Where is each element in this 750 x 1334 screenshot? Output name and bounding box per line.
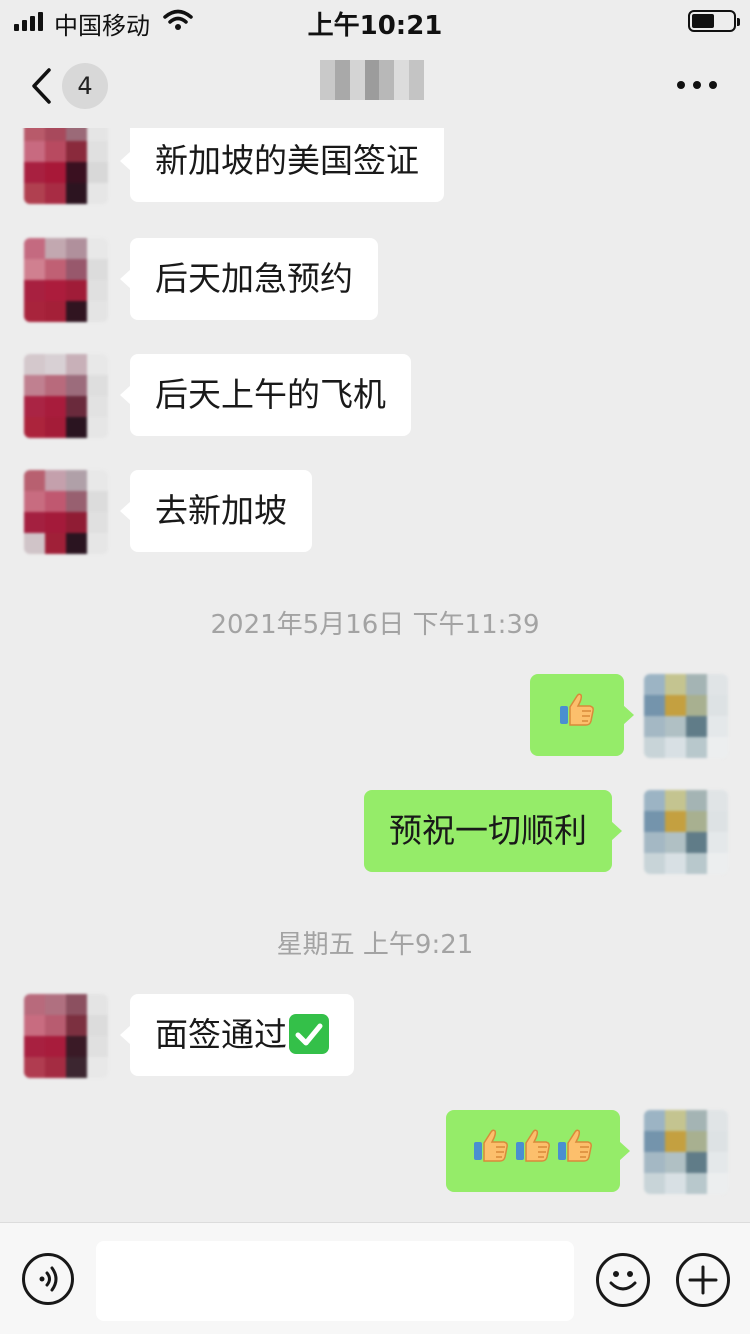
message-text: 面签通过 bbox=[155, 1015, 287, 1054]
thumbs-up-icon bbox=[472, 1112, 510, 1194]
message-bubble-incoming[interactable]: 后天加急预约 bbox=[120, 238, 378, 320]
chat-title-blurred bbox=[320, 60, 425, 100]
message-bubble-incoming[interactable]: 新加坡的美国签证 bbox=[120, 128, 444, 202]
input-bar bbox=[0, 1222, 750, 1334]
emoji-icon bbox=[609, 1271, 637, 1291]
unread-count-badge: 4 bbox=[62, 63, 108, 109]
contact-avatar[interactable] bbox=[24, 354, 108, 438]
more-dots-icon bbox=[677, 81, 717, 89]
status-time: 上午10:21 bbox=[307, 11, 443, 41]
contact-avatar[interactable] bbox=[24, 994, 108, 1078]
message-bubble-outgoing[interactable]: 预祝一切顺利 bbox=[364, 790, 622, 872]
thumbs-up-icon bbox=[514, 1112, 552, 1194]
message-list[interactable]: 新加坡的美国签证 后天加急预约 后天上午的飞机 去新加坡 2021年5月16日 … bbox=[0, 128, 750, 1222]
chevron-left-icon bbox=[32, 68, 51, 104]
emoji-button[interactable] bbox=[596, 1253, 650, 1307]
my-avatar[interactable] bbox=[644, 1110, 728, 1194]
thumbs-up-icon bbox=[556, 1112, 594, 1194]
battery-level bbox=[692, 14, 714, 28]
my-avatar[interactable] bbox=[644, 790, 728, 874]
back-button[interactable]: 4 bbox=[30, 62, 120, 110]
message-bubble-incoming[interactable]: 后天上午的飞机 bbox=[120, 354, 411, 436]
voice-icon bbox=[39, 1266, 58, 1292]
thumbs-up-icon bbox=[558, 676, 596, 758]
voice-button[interactable] bbox=[22, 1253, 74, 1305]
message-bubble-incoming[interactable]: 面签通过 bbox=[120, 994, 354, 1076]
battery-icon bbox=[688, 10, 740, 32]
plus-icon bbox=[688, 1265, 718, 1295]
timestamp: 2021年5月16日 下午11:39 bbox=[210, 610, 540, 640]
chat-header: 4 bbox=[0, 40, 750, 128]
check-mark-button-icon bbox=[289, 1013, 329, 1054]
message-input[interactable] bbox=[96, 1241, 574, 1321]
message-bubble-outgoing[interactable] bbox=[530, 674, 634, 758]
timestamp: 星期五 上午9:21 bbox=[276, 930, 474, 960]
contact-avatar[interactable] bbox=[24, 470, 108, 554]
status-bar: 中国移动 上午10:21 bbox=[0, 0, 750, 41]
message-bubble-incoming[interactable]: 去新加坡 bbox=[120, 470, 312, 552]
more-button[interactable] bbox=[674, 70, 720, 100]
message-bubble-outgoing[interactable] bbox=[446, 1110, 630, 1194]
contact-avatar[interactable] bbox=[24, 238, 108, 322]
my-avatar[interactable] bbox=[644, 674, 728, 758]
more-functions-button[interactable] bbox=[676, 1253, 730, 1307]
contact-avatar[interactable] bbox=[24, 128, 108, 204]
